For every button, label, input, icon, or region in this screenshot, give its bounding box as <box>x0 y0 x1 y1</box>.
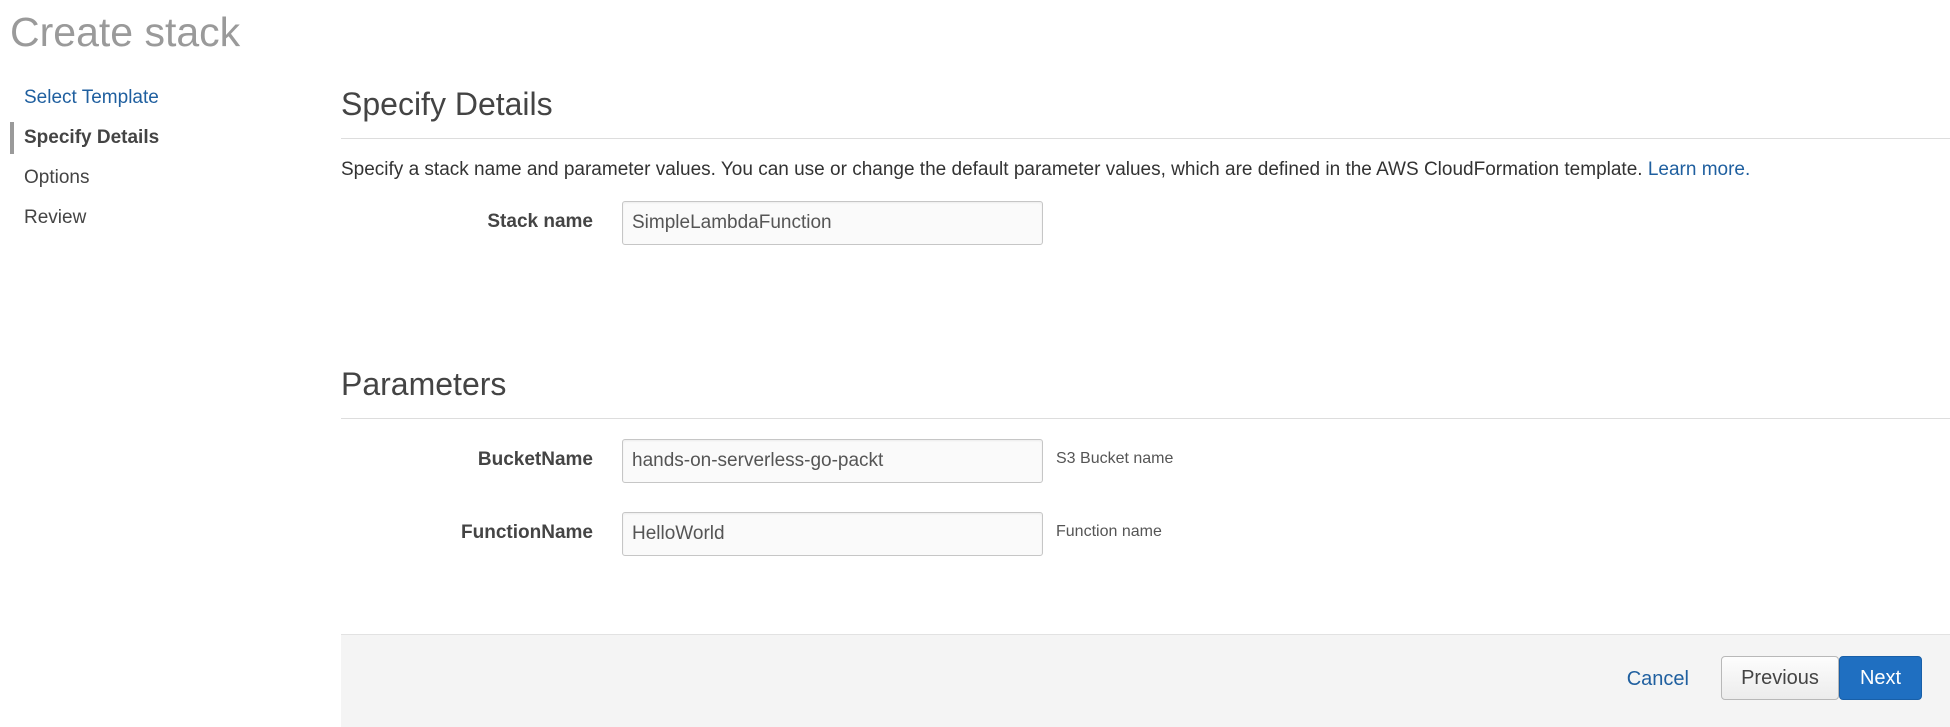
next-button[interactable]: Next <box>1839 656 1922 700</box>
step-options: Options <box>24 167 90 188</box>
step-review: Review <box>24 207 87 228</box>
wizard-steps: Select Template Specify Details Options … <box>10 82 310 242</box>
function-name-hint: Function name <box>1056 523 1162 540</box>
parameters-section: Parameters <box>341 360 1950 419</box>
step-select-template[interactable]: Select Template <box>10 82 310 122</box>
stack-name-label: Stack name <box>487 211 593 232</box>
main-content: Specify Details Specify a stack name and… <box>341 80 1950 556</box>
bucket-name-row: BucketName S3 Bucket name <box>341 439 1950 483</box>
intro-text: Specify a stack name and parameter value… <box>341 157 1950 183</box>
function-name-row: FunctionName Function name <box>341 512 1950 556</box>
page-title: Create stack <box>10 9 241 55</box>
function-name-input[interactable] <box>622 512 1043 556</box>
learn-more-link[interactable]: Learn more. <box>1648 159 1750 180</box>
bucket-name-input[interactable] <box>622 439 1043 483</box>
bucket-name-hint: S3 Bucket name <box>1056 450 1174 467</box>
wizard-footer: Cancel Previous Next <box>341 634 1950 727</box>
parameters-heading: Parameters <box>341 360 1950 419</box>
create-stack-page: Create stack Select Template Specify Det… <box>0 0 1950 727</box>
function-name-label: FunctionName <box>461 522 593 543</box>
intro-sentence: Specify a stack name and parameter value… <box>341 159 1643 180</box>
stack-name-input[interactable] <box>622 201 1043 245</box>
step-specify-details: Specify Details <box>10 122 310 162</box>
bucket-name-label: BucketName <box>477 449 593 470</box>
previous-button[interactable]: Previous <box>1721 656 1839 700</box>
cancel-button[interactable]: Cancel <box>1627 668 1689 691</box>
specify-details-heading: Specify Details <box>341 80 1950 139</box>
stack-name-row: Stack name <box>341 201 1950 245</box>
